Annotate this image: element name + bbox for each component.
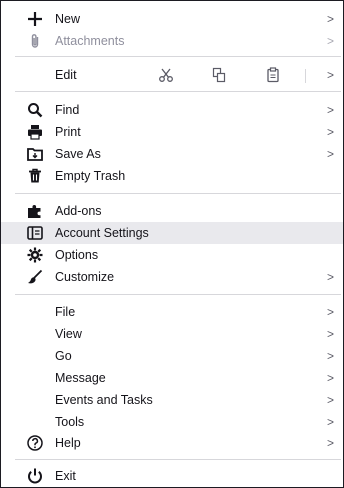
menu-item-print[interactable]: Print > [1,121,343,143]
menu-item-edit: Edit > [1,64,343,86]
submenu-arrow: > [327,34,335,48]
menu-item-message[interactable]: Message > [1,367,343,389]
puzzle-icon [25,201,45,221]
submenu-arrow: > [327,125,335,139]
menu-item-account-settings[interactable]: Account Settings [1,222,343,244]
menu-item-label: Customize [55,270,115,284]
menu-item-label: Attachments [55,34,125,48]
menu-item-label: Empty Trash [55,169,126,183]
submenu-arrow: > [327,327,335,341]
menu-item-go[interactable]: Go > [1,345,343,367]
search-icon [25,100,45,120]
printer-icon [25,122,45,142]
menu-item-empty-trash[interactable]: Empty Trash [1,165,343,187]
submenu-arrow: > [327,12,335,26]
menu-item-tools[interactable]: Tools > [1,411,343,433]
menu-separator [15,91,341,92]
menu-item-label: Go [55,349,72,363]
submenu-arrow: > [327,270,335,284]
menu-item-label: Tools [55,415,85,429]
submenu-arrow[interactable]: > [327,64,334,86]
submenu-arrow: > [327,305,335,319]
menu-item-label: Message [55,371,106,385]
submenu-arrow: > [327,415,335,429]
cut-icon[interactable] [156,65,176,85]
submenu-arrow: > [327,371,335,385]
menu-item-help[interactable]: Help > [1,432,343,454]
paste-icon[interactable] [263,65,283,85]
menu-item-exit[interactable]: Exit [1,465,343,487]
submenu-arrow: > [327,349,335,363]
menu-item-events-and-tasks[interactable]: Events and Tasks > [1,389,343,411]
menu-item-label: New [55,12,81,26]
menu-item-label: Edit [55,68,77,82]
menu-item-label: Help [55,436,81,450]
save-as-icon [25,144,45,164]
help-icon [25,433,45,453]
menu-separator [15,193,341,194]
submenu-arrow: > [327,436,335,450]
gear-icon [25,245,45,265]
menu-item-label: Options [55,248,99,262]
submenu-arrow: > [327,103,335,117]
menu-item-add-ons[interactable]: Add-ons [1,200,343,222]
menu-item-options[interactable]: Options [1,244,343,266]
menu-item-find[interactable]: Find > [1,99,343,121]
menu-item-label: Add-ons [55,204,102,218]
menu-item-label: File [55,305,76,319]
menu-separator [15,294,341,295]
plus-icon [25,9,45,29]
menu-item-new[interactable]: New > [1,8,343,30]
menu-item-save-as[interactable]: Save As > [1,143,343,165]
menu-item-attachments[interactable]: Attachments > [1,30,343,52]
menu-item-customize[interactable]: Customize > [1,266,343,288]
menu-item-label: Account Settings [55,226,149,240]
trash-icon [25,166,45,186]
submenu-arrow: > [327,393,335,407]
menu-separator [15,459,341,460]
menu-item-label: Find [55,103,80,117]
app-menu-panel: New > Attachments > Edit > Find > Print … [0,0,344,488]
menu-separator [15,56,341,57]
power-icon [25,466,45,486]
menu-item-label: Exit [55,469,76,483]
paperclip-icon [25,31,45,51]
submenu-arrow: > [327,147,335,161]
menu-item-label: Print [55,125,81,139]
edit-divider [305,69,306,83]
account-icon [25,223,45,243]
copy-icon[interactable] [209,65,229,85]
menu-item-label: Events and Tasks [55,393,153,407]
menu-item-file[interactable]: File > [1,301,343,323]
menu-item-view[interactable]: View > [1,323,343,345]
brush-icon [25,267,45,287]
menu-item-label: View [55,327,82,341]
menu-item-label: Save As [55,147,101,161]
